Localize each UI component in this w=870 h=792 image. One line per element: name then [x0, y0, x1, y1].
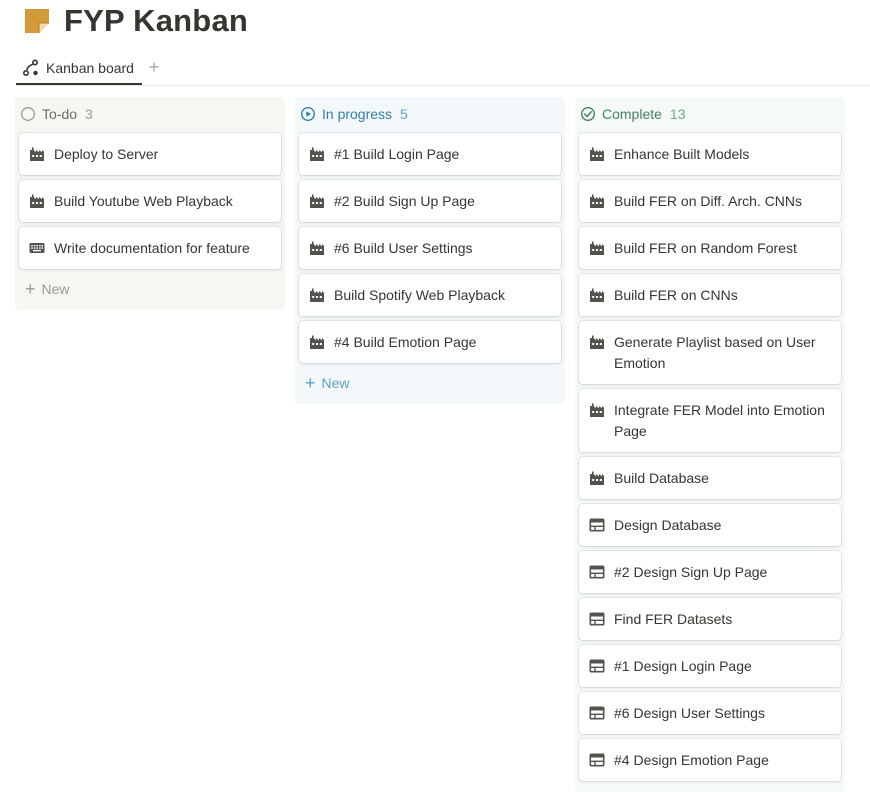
- factory-icon: [589, 402, 605, 418]
- circle-empty-icon: [21, 107, 35, 121]
- card-title: #4 Design Emotion Page: [614, 752, 769, 768]
- new-card-button[interactable]: + New: [295, 368, 565, 398]
- card-title: Build Spotify Web Playback: [334, 287, 505, 303]
- card-title: #4 Build Emotion Page: [334, 334, 477, 350]
- card-title: Build FER on Diff. Arch. CNNs: [614, 193, 803, 209]
- kanban-card[interactable]: #6 Build User Settings: [299, 227, 561, 269]
- factory-icon: [309, 193, 325, 209]
- kanban-card[interactable]: Build Database: [579, 457, 841, 499]
- kanban-card[interactable]: Build Spotify Web Playback: [299, 274, 561, 316]
- new-card-button[interactable]: + New: [15, 274, 285, 304]
- column-header[interactable]: Complete 13: [575, 97, 845, 131]
- card-title: Generate Playlist based on User Emotion: [614, 334, 816, 371]
- plus-icon: +: [305, 373, 316, 393]
- kanban-card[interactable]: Build FER on CNNs: [579, 274, 841, 316]
- factory-icon: [589, 193, 605, 209]
- column-header[interactable]: To-do 3: [15, 97, 285, 131]
- card-title: Build Database: [614, 470, 709, 486]
- page-header: FYP Kanban: [22, 0, 248, 42]
- card-title: Build Youtube Web Playback: [54, 193, 233, 209]
- card-list: #1 Build Login Page #2 Build Sign Up Page…: [295, 133, 565, 363]
- factory-icon: [589, 470, 605, 486]
- card-title: Write documentation for feature: [54, 240, 250, 256]
- page-title[interactable]: FYP Kanban: [64, 3, 248, 39]
- column-title: In progress: [322, 106, 393, 122]
- factory-icon: [309, 334, 325, 350]
- kanban-card[interactable]: #4 Design Emotion Page: [579, 739, 841, 781]
- column-count: 13: [669, 106, 686, 122]
- kanban-card[interactable]: Build FER on Diff. Arch. CNNs: [579, 180, 841, 222]
- factory-icon: [589, 334, 605, 350]
- card-title: Design Database: [614, 517, 722, 533]
- kanban-card[interactable]: #1 Design Login Page: [579, 645, 841, 687]
- board-view-icon: [22, 58, 39, 76]
- card-list: Enhance Built Models Build FER on Diff. A…: [575, 133, 845, 781]
- column-complete: Complete 13 Enhance Built Models Build FE…: [575, 97, 845, 792]
- card-title: #6 Design User Settings: [614, 705, 765, 721]
- layout-icon: [589, 517, 605, 533]
- layout-icon: [589, 705, 605, 721]
- factory-icon: [29, 146, 45, 162]
- card-title: #2 Build Sign Up Page: [334, 193, 475, 209]
- column-count: 3: [85, 106, 93, 122]
- tab-label: Kanban board: [46, 59, 134, 76]
- kanban-card[interactable]: #2 Build Sign Up Page: [299, 180, 561, 222]
- view-tabs: Kanban board +: [16, 52, 870, 86]
- card-title: Build FER on CNNs: [614, 287, 738, 303]
- plus-icon: +: [25, 279, 36, 299]
- column-in-progress: In progress 5 #1 Build Login Page #2 Buil…: [295, 97, 565, 404]
- layout-icon: [589, 611, 605, 627]
- card-title: Enhance Built Models: [614, 146, 750, 162]
- factory-icon: [589, 287, 605, 303]
- kanban-card[interactable]: Build Youtube Web Playback: [19, 180, 281, 222]
- card-title: Integrate FER Model into Emotion Page: [614, 402, 825, 439]
- kanban-card[interactable]: #6 Design User Settings: [579, 692, 841, 734]
- new-label: New: [321, 375, 350, 391]
- kanban-card[interactable]: #1 Build Login Page: [299, 133, 561, 175]
- factory-icon: [309, 287, 325, 303]
- card-title: Find FER Datasets: [614, 611, 733, 627]
- kanban-card[interactable]: Write documentation for feature: [19, 227, 281, 269]
- factory-icon: [589, 240, 605, 256]
- column-title: To-do: [42, 106, 78, 122]
- tab-kanban-board[interactable]: Kanban board: [16, 52, 142, 85]
- card-title: Build FER on Random Forest: [614, 240, 797, 256]
- card-list: Deploy to Server Build Youtube Web Playba…: [15, 133, 285, 269]
- card-title: #1 Build Login Page: [334, 146, 460, 162]
- layout-icon: [589, 658, 605, 674]
- column-title: Complete: [602, 106, 662, 122]
- card-title: #2 Design Sign Up Page: [614, 564, 768, 580]
- card-title: Deploy to Server: [54, 146, 159, 162]
- factory-icon: [309, 240, 325, 256]
- column-todo: To-do 3 Deploy to Server Build Youtube We…: [15, 97, 285, 310]
- factory-icon: [589, 146, 605, 162]
- column-count: 5: [400, 106, 408, 122]
- check-circle-icon: [580, 106, 596, 122]
- card-title: #1 Design Login Page: [614, 658, 752, 674]
- factory-icon: [309, 146, 325, 162]
- kanban-card[interactable]: Integrate FER Model into Emotion Page: [579, 389, 841, 452]
- sticky-note-icon[interactable]: [22, 6, 52, 36]
- layout-icon: [589, 564, 605, 580]
- kanban-card[interactable]: Build FER on Random Forest: [579, 227, 841, 269]
- kanban-card[interactable]: Generate Playlist based on User Emotion: [579, 321, 841, 384]
- column-header[interactable]: In progress 5: [295, 97, 565, 131]
- kanban-card[interactable]: Deploy to Server: [19, 133, 281, 175]
- kanban-card[interactable]: #2 Design Sign Up Page: [579, 551, 841, 593]
- kanban-card[interactable]: Design Database: [579, 504, 841, 546]
- factory-icon: [29, 193, 45, 209]
- new-label: New: [41, 281, 70, 297]
- kanban-card[interactable]: #4 Build Emotion Page: [299, 321, 561, 363]
- kanban-card[interactable]: Enhance Built Models: [579, 133, 841, 175]
- card-title: #6 Build User Settings: [334, 240, 473, 256]
- add-view-button[interactable]: +: [146, 56, 162, 78]
- keyboard-icon: [29, 240, 45, 256]
- kanban-card[interactable]: Find FER Datasets: [579, 598, 841, 640]
- play-circle-icon: [300, 106, 316, 122]
